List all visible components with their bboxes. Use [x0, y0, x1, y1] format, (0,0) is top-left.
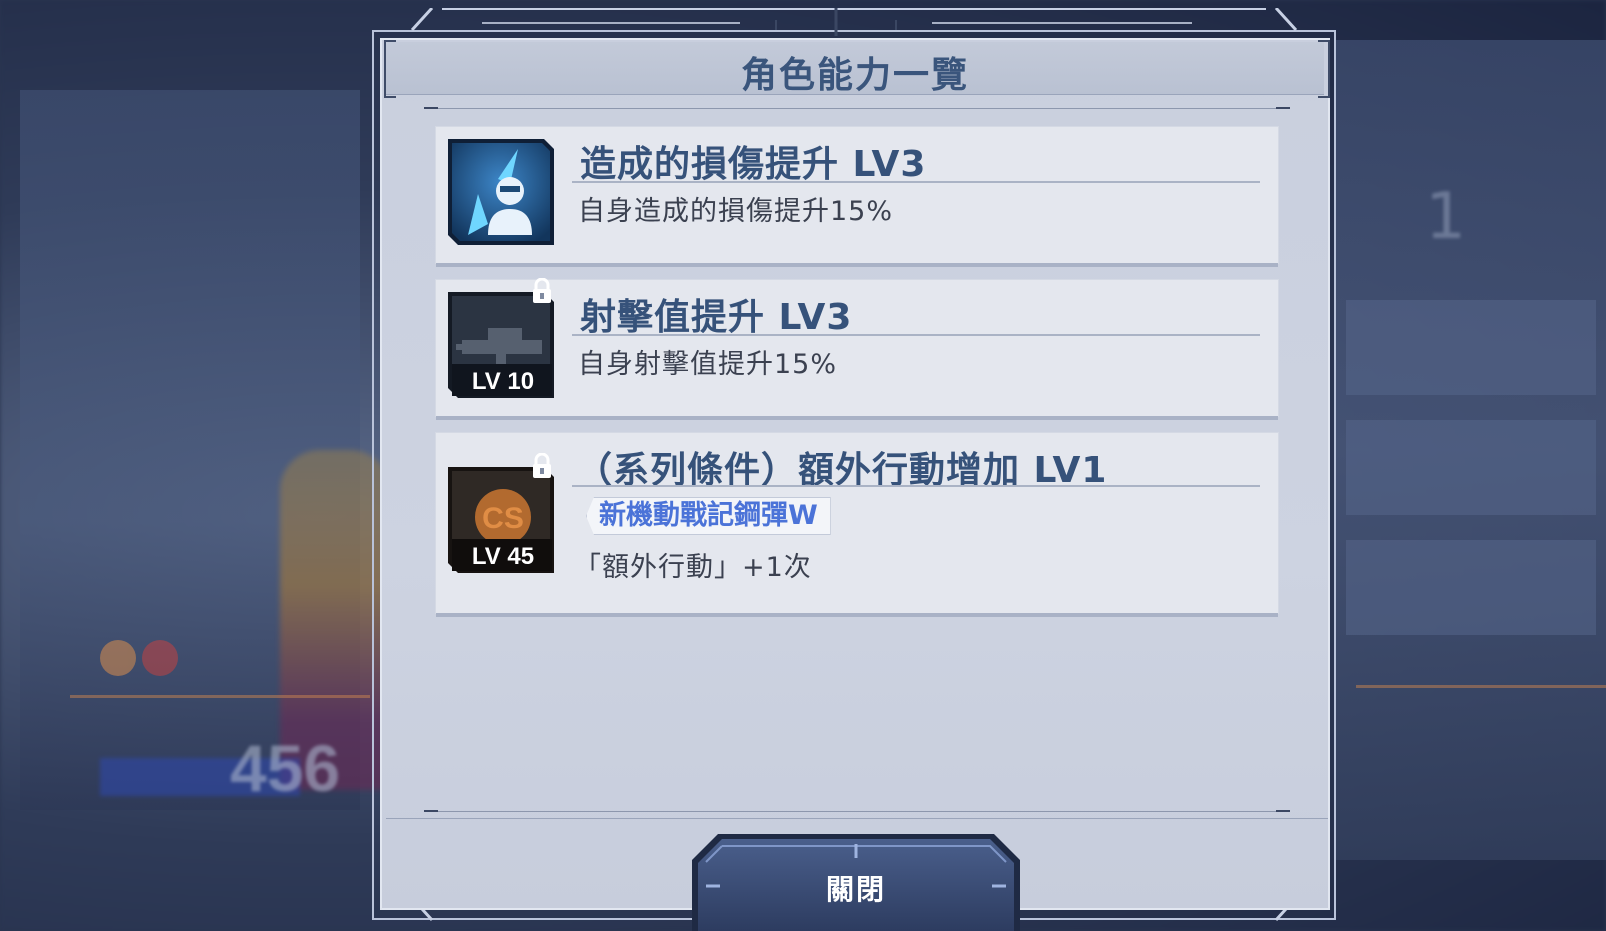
ability-description: 「額外行動」+1次 — [574, 552, 812, 583]
ability-description: 自身造成的損傷提升15% — [578, 196, 894, 227]
divider-end — [1276, 810, 1290, 812]
lock-icon — [533, 453, 551, 478]
ability-card: 造成的損傷提升 LV3 自身造成的損傷提升15% — [436, 127, 1278, 263]
divider-end — [424, 810, 438, 812]
series-condition-tag: 新機動戰記鋼彈W — [586, 497, 831, 535]
background-line — [1356, 685, 1606, 688]
background-side-number: 1 — [1425, 180, 1466, 254]
title-underline — [572, 334, 1260, 336]
cs-text: CS — [482, 502, 524, 535]
title-bracket-left — [384, 40, 396, 98]
level-badge: LV 10 — [472, 368, 534, 395]
background-row — [1346, 540, 1596, 635]
close-button[interactable]: 關閉 — [692, 834, 1020, 931]
ability-card: LV 10 射擊值提升 LV3 自身射擊值提升15% — [436, 278, 1278, 416]
divider-end — [424, 107, 438, 109]
background-row — [1346, 420, 1596, 515]
divider — [424, 108, 1290, 109]
ability-title: 造成的損傷提升 LV3 — [580, 144, 927, 185]
ability-title: 射擊值提升 LV3 — [580, 297, 853, 338]
ability-card: CS LV 45 （系列條件）額外行動增加 LV1 新機動戰記鋼彈W 「額外行動… — [436, 433, 1278, 613]
level-badge: LV 45 — [472, 543, 534, 570]
title-bar: 角色能力一覽 — [386, 42, 1324, 96]
lock-icon — [533, 278, 551, 303]
divider-end — [1276, 107, 1290, 109]
background-number: 456 — [230, 731, 341, 805]
cs-icon: CS LV 45 — [448, 467, 554, 573]
pilot-attack-icon — [448, 139, 554, 245]
background-line — [70, 695, 370, 698]
title-underline — [572, 485, 1260, 487]
beam-rifle-icon: LV 10 — [448, 292, 554, 398]
dialog-title: 角色能力一覽 — [740, 55, 969, 96]
title-underline — [572, 181, 1260, 183]
footer-divider — [386, 818, 1328, 819]
divider — [424, 811, 1290, 812]
background-row — [1346, 300, 1596, 395]
background-icons — [100, 640, 200, 680]
title-bracket-right — [1318, 40, 1330, 98]
ability-description: 自身射擊值提升15% — [578, 349, 838, 380]
close-button-label: 關閉 — [825, 873, 886, 906]
